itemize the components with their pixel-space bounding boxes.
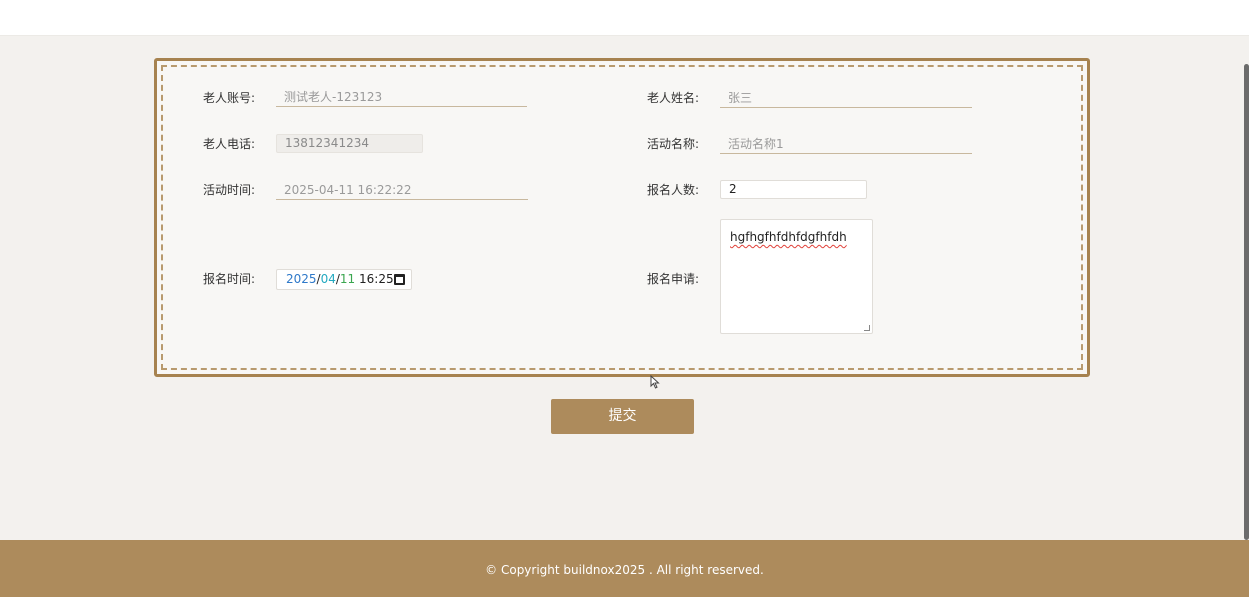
- copyright-text: © Copyright buildnox2025 . All right res…: [485, 563, 764, 577]
- signup-time-month[interactable]: 04: [321, 272, 336, 286]
- scrollbar[interactable]: [1244, 64, 1249, 540]
- signup-apply-label: 报名申请:: [647, 272, 700, 286]
- resize-grip-icon[interactable]: [864, 325, 870, 331]
- signup-time-day[interactable]: 11: [340, 272, 355, 286]
- signup-time-label: 报名时间:: [203, 272, 256, 286]
- elder-name-label: 老人姓名:: [647, 91, 700, 105]
- elder-account-label: 老人账号:: [203, 91, 256, 105]
- activity-time-field[interactable]: 2025-04-11 16:22:22: [276, 180, 528, 200]
- footer: © Copyright buildnox2025 . All right res…: [0, 540, 1249, 597]
- activity-time-label: 活动时间:: [203, 183, 256, 197]
- elder-name-field[interactable]: 张三: [720, 88, 972, 108]
- signup-apply-text: hgfhgfhfdhfdgfhfdh: [730, 230, 847, 244]
- signup-count-field[interactable]: 2: [720, 180, 867, 199]
- activity-name-label: 活动名称:: [647, 137, 700, 151]
- signup-time-clock[interactable]: 16:25: [359, 272, 394, 286]
- signup-count-label: 报名人数:: [647, 183, 700, 197]
- signup-time-year[interactable]: 2025: [286, 272, 317, 286]
- form-dashed-border: [161, 65, 1083, 370]
- elder-account-field[interactable]: 测试老人-123123: [276, 87, 527, 107]
- calendar-icon[interactable]: [394, 274, 405, 285]
- activity-name-field[interactable]: 活动名称1: [720, 134, 972, 154]
- elder-phone-label: 老人电话:: [203, 137, 256, 151]
- elder-phone-field[interactable]: 13812341234: [276, 134, 423, 153]
- signup-apply-textarea[interactable]: hgfhgfhfdhfdgfhfdh: [720, 219, 873, 334]
- submit-button[interactable]: 提交: [551, 399, 694, 434]
- top-bar: [0, 0, 1249, 36]
- signup-time-picker[interactable]: 2025/04/11 16:25: [276, 269, 412, 290]
